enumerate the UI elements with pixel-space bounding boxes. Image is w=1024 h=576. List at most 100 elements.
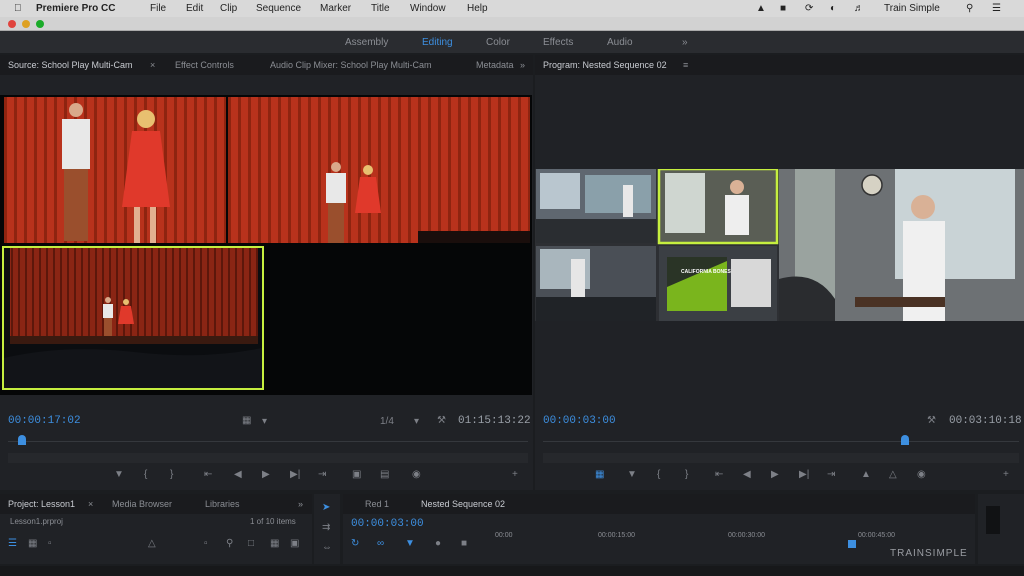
go-to-in-icon[interactable]: ⇤ bbox=[715, 469, 723, 480]
list-view-icon[interactable]: ☰ bbox=[8, 538, 17, 549]
selection-tool-icon[interactable]: ➤ bbox=[322, 502, 330, 513]
tab-metadata[interactable]: Metadata bbox=[476, 60, 514, 70]
linked-selection-icon[interactable]: ∞ bbox=[377, 538, 384, 549]
new-bin-icon[interactable]: □ bbox=[248, 538, 254, 549]
program-video-viewer[interactable]: CALIFORNIA BONES bbox=[535, 169, 1024, 321]
set-in-icon[interactable]: { bbox=[144, 469, 147, 480]
timeline-settings-icon[interactable]: ● bbox=[435, 538, 441, 549]
set-in-icon[interactable]: { bbox=[657, 469, 660, 480]
tab-libraries[interactable]: Libraries bbox=[205, 499, 240, 509]
source-add-button-icon[interactable]: + bbox=[512, 469, 518, 480]
source-playhead-timecode[interactable]: 00:00:17:02 bbox=[8, 415, 81, 427]
minimize-window-icon[interactable] bbox=[22, 20, 30, 28]
mark-in-icon[interactable]: ▼ bbox=[627, 469, 637, 480]
tab-media-browser[interactable]: Media Browser bbox=[112, 499, 172, 509]
insert-icon[interactable]: ▣ bbox=[352, 469, 361, 480]
captions-icon[interactable]: ■ bbox=[461, 538, 467, 549]
tab-menu-icon[interactable]: ≡ bbox=[683, 60, 688, 70]
panel-more-icon[interactable]: » bbox=[520, 60, 525, 70]
tab-effect-controls[interactable]: Effect Controls bbox=[175, 60, 234, 70]
source-video-viewer[interactable] bbox=[0, 95, 532, 395]
search-icon[interactable]: ⚲ bbox=[966, 3, 973, 14]
sync-icon[interactable]: ⟳ bbox=[805, 3, 813, 14]
play-icon[interactable]: ▶ bbox=[771, 469, 779, 480]
camera-2-frame[interactable] bbox=[228, 97, 530, 243]
overwrite-icon[interactable]: ▤ bbox=[380, 469, 389, 480]
timeline-playhead-timecode[interactable]: 00:00:03:00 bbox=[351, 518, 424, 530]
freeform-view-icon[interactable]: ▫ bbox=[48, 538, 52, 549]
step-forward-icon[interactable]: ▶| bbox=[799, 469, 809, 480]
fit-icon[interactable]: ▦ bbox=[242, 415, 251, 426]
lift-icon[interactable]: ▲ bbox=[861, 469, 871, 480]
camera-3-frame-active[interactable] bbox=[2, 246, 264, 390]
program-wrench-icon[interactable]: ⚒ bbox=[927, 415, 936, 426]
workspace-audio[interactable]: Audio bbox=[607, 37, 633, 48]
source-playhead[interactable] bbox=[18, 435, 26, 445]
menu-edit[interactable]: Edit bbox=[186, 3, 203, 14]
find-icon[interactable]: ⚲ bbox=[226, 538, 233, 549]
tab-red-1[interactable]: Red 1 bbox=[365, 499, 389, 509]
menu-clip[interactable]: Clip bbox=[220, 3, 237, 14]
step-back-icon[interactable]: ◀ bbox=[743, 469, 751, 480]
tab-source[interactable]: Source: School Play Multi-Cam bbox=[8, 60, 133, 70]
export-frame-icon[interactable]: ◉ bbox=[917, 469, 926, 480]
shield-icon[interactable]: ▲ bbox=[756, 3, 766, 14]
chat-icon[interactable]: ■ bbox=[780, 3, 786, 14]
go-to-out-icon[interactable]: ⇥ bbox=[318, 469, 326, 480]
step-forward-icon[interactable]: ▶| bbox=[290, 469, 300, 480]
user-name[interactable]: Train Simple bbox=[884, 3, 940, 14]
step-back-icon[interactable]: ◀ bbox=[234, 469, 242, 480]
panel-more-icon[interactable]: » bbox=[298, 499, 303, 509]
menu-window[interactable]: Window bbox=[410, 3, 446, 14]
timeline-playhead[interactable] bbox=[848, 540, 856, 548]
source-zoom-scroll[interactable] bbox=[8, 453, 528, 463]
set-out-icon[interactable]: } bbox=[685, 469, 688, 480]
zoom-window-icon[interactable] bbox=[36, 20, 44, 28]
menu-sequence[interactable]: Sequence bbox=[256, 3, 301, 14]
program-playhead[interactable] bbox=[901, 435, 909, 445]
resolution-value[interactable]: 1/4 bbox=[380, 416, 394, 427]
source-time-ruler[interactable] bbox=[8, 441, 528, 442]
go-to-in-icon[interactable]: ⇤ bbox=[204, 469, 212, 480]
mark-in-icon[interactable]: ▼ bbox=[114, 469, 124, 480]
wifi-icon[interactable]: ◐ bbox=[830, 3, 836, 14]
tab-project[interactable]: Project: Lesson1 bbox=[8, 499, 75, 509]
trash-icon[interactable]: ▣ bbox=[290, 538, 299, 549]
menu-help[interactable]: Help bbox=[467, 3, 488, 14]
automate-icon[interactable]: ▫ bbox=[204, 538, 208, 549]
export-frame-icon[interactable]: ◉ bbox=[412, 469, 421, 480]
tab-program[interactable]: Program: Nested Sequence 02 bbox=[543, 60, 667, 70]
apple-icon[interactable]:  bbox=[14, 3, 22, 14]
multicam-toggle-icon[interactable]: ▦ bbox=[595, 469, 604, 480]
workspace-more-icon[interactable]: » bbox=[682, 37, 688, 48]
snap-icon[interactable]: ↻ bbox=[351, 538, 359, 549]
new-item-icon[interactable]: ▦ bbox=[270, 538, 279, 549]
zoom-slider-icon[interactable]: △ bbox=[148, 538, 156, 549]
tab-audio-clip-mixer[interactable]: Audio Clip Mixer: School Play Multi-Cam bbox=[270, 60, 432, 70]
add-marker-icon[interactable]: ▼ bbox=[405, 538, 415, 549]
ripple-edit-tool-icon[interactable]: ⇔ bbox=[322, 542, 332, 553]
camera-1-frame[interactable] bbox=[4, 97, 226, 243]
workspace-assembly[interactable]: Assembly bbox=[345, 37, 388, 48]
program-time-ruler[interactable] bbox=[543, 441, 1019, 442]
workspace-color[interactable]: Color bbox=[486, 37, 510, 48]
menu-file[interactable]: File bbox=[150, 3, 166, 14]
workspace-editing[interactable]: Editing bbox=[422, 37, 453, 48]
app-name[interactable]: Premiere Pro CC bbox=[36, 3, 115, 14]
go-to-out-icon[interactable]: ⇥ bbox=[827, 469, 835, 480]
tab-nested-sequence[interactable]: Nested Sequence 02 bbox=[421, 499, 505, 509]
set-out-icon[interactable]: } bbox=[170, 469, 173, 480]
program-zoom-scroll[interactable] bbox=[543, 453, 1019, 463]
tab-close-icon[interactable]: × bbox=[150, 60, 155, 70]
resolution-dropdown-icon[interactable]: ▾ bbox=[414, 416, 419, 427]
program-playhead-timecode[interactable]: 00:00:03:00 bbox=[543, 415, 616, 427]
play-icon[interactable]: ▶ bbox=[262, 469, 270, 480]
volume-icon[interactable]: ♬ bbox=[854, 3, 864, 14]
menu-title[interactable]: Title bbox=[371, 3, 390, 14]
notifications-icon[interactable]: ☰ bbox=[992, 3, 1001, 14]
wrench-icon[interactable]: ⚒ bbox=[437, 415, 446, 426]
tab-close-icon[interactable]: × bbox=[88, 499, 93, 509]
fit-dropdown-icon[interactable]: ▾ bbox=[262, 416, 267, 427]
workspace-effects[interactable]: Effects bbox=[543, 37, 573, 48]
track-select-tool-icon[interactable]: ⇉ bbox=[322, 522, 330, 533]
